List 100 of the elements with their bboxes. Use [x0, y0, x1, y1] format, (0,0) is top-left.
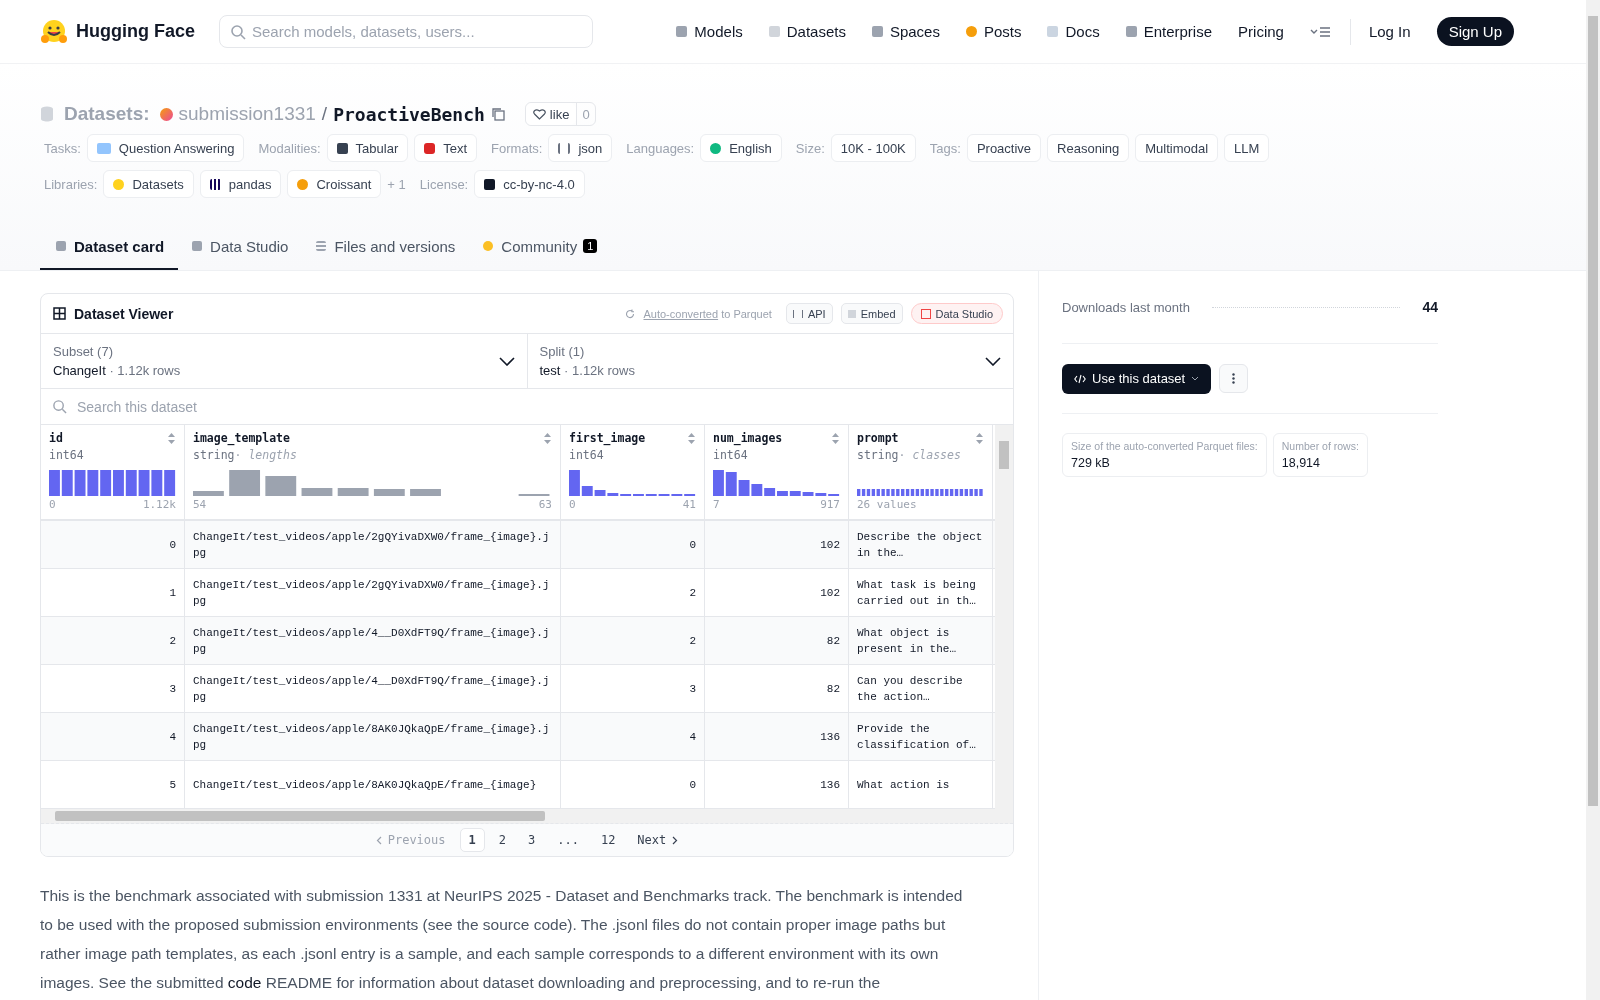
menu-icon[interactable]: [1309, 24, 1332, 39]
path-separator: /: [321, 103, 328, 125]
column-header[interactable]: prompt string· classes 26 values: [849, 425, 993, 519]
table-cell: ChangeIt/test_videos/apple/8AK0JQkaQpE/frame_{image}: [185, 761, 561, 808]
meta-label: Libraries:: [44, 176, 98, 192]
table-cell: 0: [561, 521, 705, 568]
tag-chip[interactable]: Proactive: [966, 134, 1042, 162]
tag-chip[interactable]: LLM: [1224, 134, 1270, 162]
code-link[interactable]: code: [227, 974, 262, 991]
stat-value: 729 kB: [1071, 456, 1111, 470]
copy-icon[interactable]: [490, 107, 505, 121]
vertical-scrollbar[interactable]: [995, 425, 1013, 809]
use-dataset-button[interactable]: Use this dataset: [1062, 363, 1212, 394]
chevron-down-icon: [498, 356, 515, 366]
table-cell: ChangeIt/test_videos/apple/8AK0JQkaQpE/frame_{image}.jpg: [185, 713, 561, 760]
tab[interactable]: Dataset card: [40, 224, 179, 270]
viewer-title: Dataset Viewer: [74, 305, 174, 322]
nav-link[interactable]: Spaces: [871, 23, 940, 40]
next-page-link[interactable]: Next: [629, 829, 687, 851]
column-header[interactable]: num_images int64 7 917: [705, 425, 849, 519]
nav-link[interactable]: Posts: [965, 23, 1022, 40]
table-cell: 0: [561, 761, 705, 808]
table-cell: 136: [705, 761, 849, 808]
tag-chip[interactable]: Datasets: [103, 170, 194, 198]
page-link[interactable]: 1: [459, 828, 485, 852]
meta-label: Size:: [795, 140, 825, 156]
page-link[interactable]: ...: [549, 829, 587, 851]
tag-chip[interactable]: Multimodal: [1135, 134, 1219, 162]
tab[interactable]: Data Studio: [178, 224, 303, 270]
column-header[interactable]: first_image int64 0 41: [561, 425, 705, 519]
table-cell: 136: [705, 713, 849, 760]
log-in-link[interactable]: Log In: [1368, 23, 1411, 40]
sign-up-button[interactable]: Sign Up: [1436, 17, 1514, 46]
tag-chip[interactable]: cc-by-nc-4.0: [474, 170, 585, 198]
horizontal-scrollbar[interactable]: [41, 809, 1013, 824]
nav-link[interactable]: Models: [676, 23, 743, 40]
column-header[interactable]: image_template string· lengths 54 63: [185, 425, 561, 519]
downloads-label: Downloads last month: [1062, 299, 1190, 315]
table-cell: ChangeIt/test_videos/apple/4__D0XdFT9Q/frame_{image}.jpg: [185, 665, 561, 712]
table-cell: 4: [561, 713, 705, 760]
sort-icon[interactable]: [167, 431, 176, 445]
table-cell: 2: [561, 617, 705, 664]
tab[interactable]: Community 1: [469, 224, 612, 270]
downloads-count: 44: [1422, 299, 1438, 315]
table-cell: What object is present in the…: [849, 617, 993, 664]
tag-chip[interactable]: Croissant: [287, 170, 382, 198]
stat-value: 18,914: [1281, 456, 1321, 470]
tag-chip[interactable]: English: [700, 134, 782, 162]
tag-chip[interactable]: Reasoning: [1047, 134, 1130, 162]
search-field[interactable]: Search models, datasets, users...: [219, 15, 593, 48]
viewer-button[interactable]: Data Studio: [910, 303, 1003, 324]
hugging-face-logo-icon[interactable]: [40, 17, 68, 46]
brand-name[interactable]: Hugging Face: [76, 21, 195, 42]
database-icon: [40, 106, 54, 122]
stat-label: Number of rows:: [1281, 440, 1359, 452]
meta-label: Formats:: [491, 140, 543, 156]
tag-chip[interactable]: Text: [414, 134, 478, 162]
nav-link[interactable]: Docs: [1047, 23, 1100, 40]
nav-link[interactable]: Pricing: [1238, 23, 1284, 40]
table-cell: What task is being carried out in th…: [849, 569, 993, 616]
page-link[interactable]: 3: [520, 829, 544, 851]
viewer-button[interactable]: API: [785, 303, 833, 324]
nav-link[interactable]: Datasets: [768, 23, 846, 40]
viewer-button[interactable]: Embed: [840, 303, 903, 324]
dropdown-select[interactable]: Split (1) test · 1.12k rows: [526, 334, 1013, 388]
table-cell: 102: [705, 521, 849, 568]
tag-chip[interactable]: 10K - 100K: [830, 134, 916, 162]
files-icon: [316, 241, 327, 251]
sort-icon[interactable]: [687, 431, 696, 445]
tag-chip[interactable]: pandas: [199, 170, 282, 198]
table-cell: What action is: [849, 761, 993, 808]
more-options-button[interactable]: [1219, 364, 1249, 393]
page-link[interactable]: 2: [490, 829, 514, 851]
tag-chip[interactable]: json: [548, 134, 613, 162]
page-link[interactable]: 12: [592, 829, 624, 851]
sort-icon[interactable]: [543, 431, 552, 445]
caret-icon: [1191, 376, 1200, 381]
kebab-icon: [1232, 373, 1236, 384]
like-count: 0: [576, 103, 595, 125]
meta-label: Languages:: [626, 140, 695, 156]
sort-icon[interactable]: [975, 431, 984, 445]
table-cell: ChangeIt/test_videos/apple/4__D0XdFT9Q/frame_{image}.jpg: [185, 617, 561, 664]
tab[interactable]: Files and versions: [302, 224, 470, 270]
sort-icon[interactable]: [831, 431, 840, 445]
owner-avatar-icon: [159, 107, 173, 121]
page-scrollbar[interactable]: [1586, 0, 1600, 1000]
table-cell: 3: [41, 665, 185, 712]
chevron-down-icon: [985, 356, 1001, 366]
column-header[interactable]: id int64 0 1.12k: [41, 425, 185, 519]
table-cell: 102: [705, 569, 849, 616]
table-cell: Describe the object in the…: [849, 521, 993, 568]
tag-chip[interactable]: Question Answering: [86, 134, 245, 162]
tag-chip[interactable]: Tabular: [326, 134, 409, 162]
stat-label: Size of the auto-converted Parquet files:: [1071, 440, 1258, 452]
dataset-search-field[interactable]: Search this dataset: [41, 389, 1013, 424]
table-cell: ChangeIt/test_videos/apple/2gQYivaDXW0/frame_{image}.jpg: [185, 569, 561, 616]
dropdown-select[interactable]: Subset (7) ChangeIt · 1.12k rows: [41, 334, 527, 388]
table-cell: 82: [705, 665, 849, 712]
count-badge: 1: [583, 239, 598, 253]
nav-link[interactable]: Enterprise: [1125, 23, 1213, 40]
